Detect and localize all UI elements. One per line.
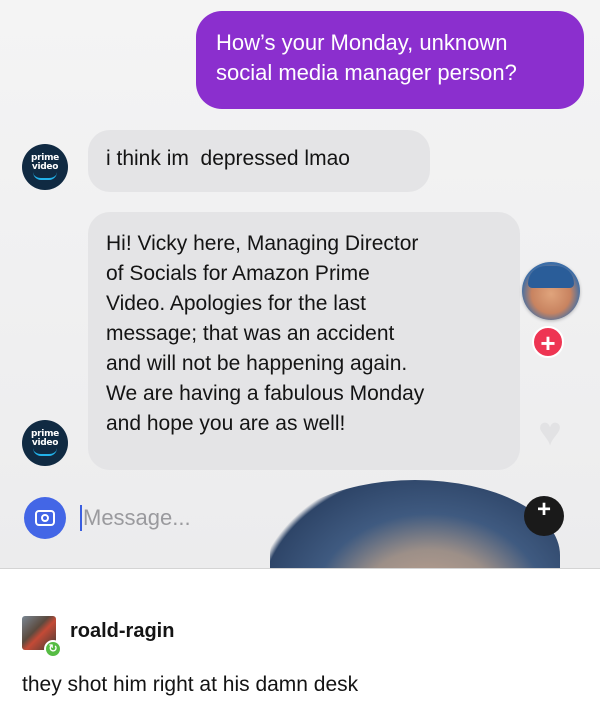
camera-button[interactable] xyxy=(24,497,66,539)
reblog-comment: they shot him right at his damn desk xyxy=(22,673,359,696)
message-placeholder: Message... xyxy=(83,505,191,530)
incoming-message-line: i think im depressed lmao xyxy=(106,147,350,170)
incoming-message-bubble: i think im depressed lmao xyxy=(88,130,430,192)
smile-icon xyxy=(33,172,57,180)
text-caret xyxy=(80,504,82,531)
incoming-message-line: and hope you are as well! xyxy=(106,412,346,435)
reblog-icon: ↻ xyxy=(44,640,62,658)
camera-icon xyxy=(35,510,55,526)
person-head-overlay xyxy=(270,480,560,568)
user-avatar[interactable] xyxy=(522,262,580,320)
cap-shape xyxy=(528,266,574,288)
camera-lens xyxy=(41,514,49,522)
incoming-message-line: Video. Apologies for the last xyxy=(106,292,366,315)
incoming-message-line: Hi! Vicky here, Managing Director xyxy=(106,232,419,255)
message-input[interactable]: Message... xyxy=(80,499,280,537)
outgoing-message-line: social media manager person? xyxy=(216,60,517,85)
add-icon[interactable] xyxy=(524,496,564,536)
smile-icon xyxy=(33,448,57,456)
chat-screenshot: How’s your Monday, unknown social media … xyxy=(0,0,600,568)
plus-icon[interactable]: + xyxy=(532,326,564,358)
outgoing-message-bubble: How’s your Monday, unknown social media … xyxy=(196,11,584,109)
prime-video-avatar[interactable]: prime video xyxy=(22,144,68,190)
reblogger-username[interactable]: roald-ragin xyxy=(70,620,174,643)
outgoing-message-line: How’s your Monday, unknown xyxy=(216,30,508,55)
incoming-message-line: of Socials for Amazon Prime xyxy=(106,262,370,285)
incoming-message-line: and will not be happening again. xyxy=(106,352,408,375)
avatar-label-bottom: video xyxy=(31,438,59,448)
heart-icon[interactable]: ♥ xyxy=(528,410,572,454)
incoming-message-line: message; that was an accident xyxy=(106,322,395,345)
avatar-label-bottom: video xyxy=(31,162,59,172)
prime-video-avatar[interactable]: prime video xyxy=(22,420,68,466)
incoming-message-bubble: Hi! Vicky here, Managing Director of Soc… xyxy=(88,212,520,470)
incoming-message-line: We are having a fabulous Monday xyxy=(106,382,425,405)
